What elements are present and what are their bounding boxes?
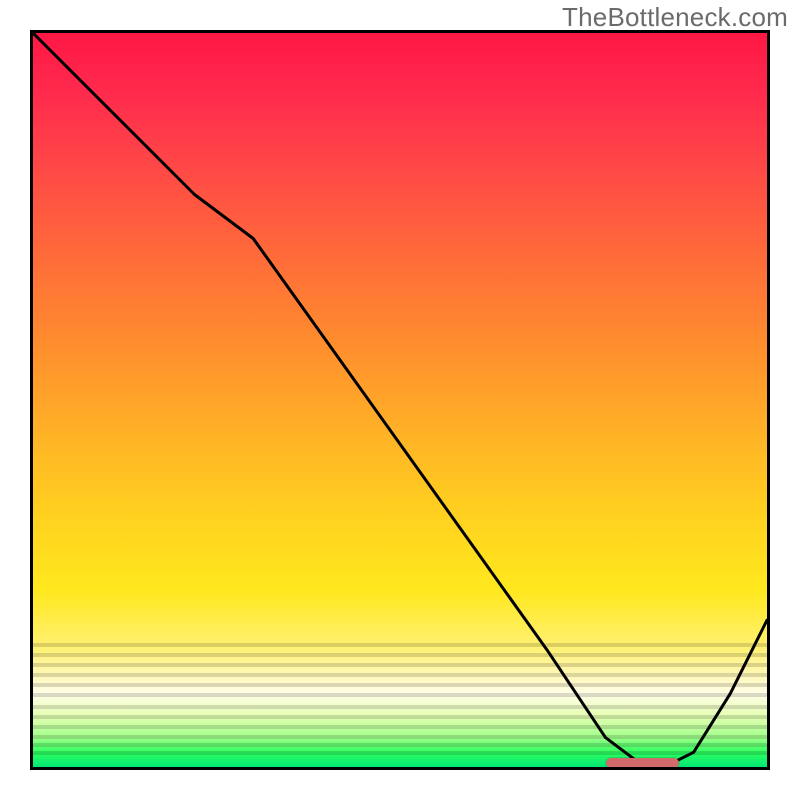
watermark-text: TheBottleneck.com xyxy=(562,2,788,33)
chart-plot-area xyxy=(30,30,770,770)
chart-minimum-marker xyxy=(606,758,679,768)
chart-curve xyxy=(33,33,767,767)
